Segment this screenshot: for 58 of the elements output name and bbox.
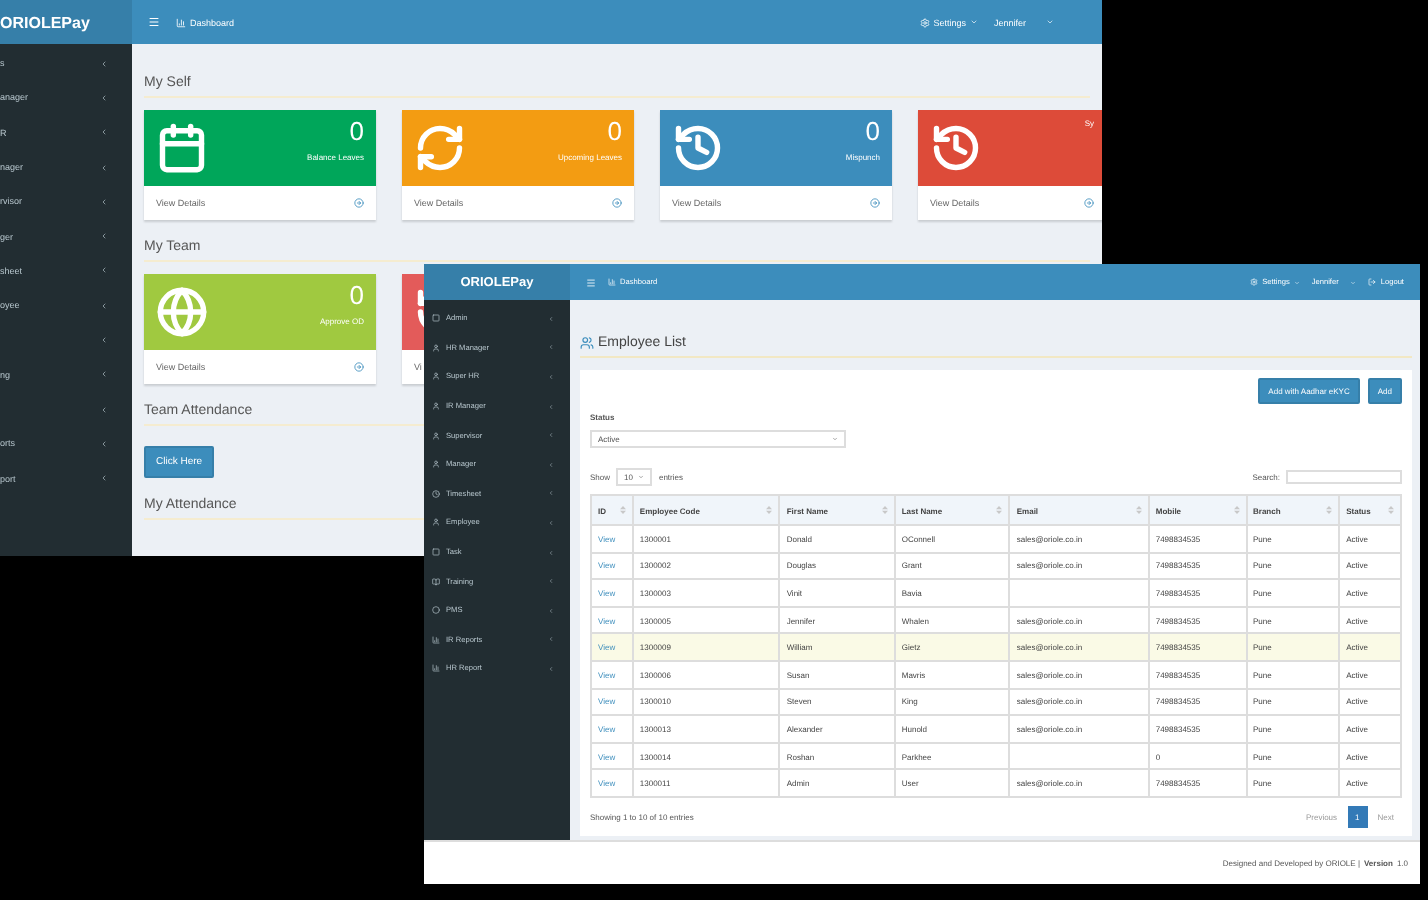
arrow-circle-icon[interactable]	[612, 198, 622, 208]
sort-icon	[1233, 506, 1240, 514]
bar-chart-icon	[432, 635, 440, 644]
menu-icon[interactable]	[586, 277, 596, 287]
chevron-icon	[548, 344, 554, 351]
square-icon	[432, 314, 440, 323]
square-icon	[432, 548, 440, 557]
users-icon	[580, 336, 594, 350]
chevron-icon	[548, 403, 554, 410]
user-icon	[432, 402, 440, 411]
arrow-circle-icon[interactable]	[1084, 198, 1094, 208]
sort-icon	[881, 506, 888, 514]
sort-icon	[766, 506, 773, 514]
card-value: 0	[865, 118, 880, 144]
sort-icon	[1135, 506, 1142, 514]
logout-icon	[1368, 278, 1377, 286]
globe-icon	[156, 286, 208, 338]
arrow-circle-icon[interactable]	[354, 362, 364, 372]
search-field[interactable]	[1286, 470, 1402, 484]
bar-chart-icon	[432, 664, 440, 673]
sort-icon	[1326, 506, 1333, 514]
chevron-icon	[548, 432, 554, 439]
history-icon	[672, 122, 724, 174]
chevron-icon	[548, 636, 554, 643]
chevron-icon	[548, 373, 554, 380]
chevron-icon	[548, 665, 554, 672]
arrow-circle-icon[interactable]	[354, 198, 364, 208]
calendar-icon	[156, 122, 208, 174]
user-icon	[432, 460, 440, 469]
chevron-icon	[548, 519, 554, 526]
book-icon	[432, 577, 440, 586]
sort-icon	[996, 506, 1003, 514]
circle-icon	[432, 606, 440, 615]
settings-icon	[919, 17, 930, 27]
settings-icon	[1250, 278, 1259, 286]
menu-icon[interactable]	[148, 16, 160, 28]
sort-icon	[1388, 506, 1394, 514]
user-icon	[432, 372, 440, 381]
bar-chart-icon	[176, 17, 186, 27]
bar-chart-icon	[608, 278, 616, 286]
logo: ORIOLEPay	[0, 0, 132, 44]
card-value: 0	[607, 118, 622, 144]
chevron-icon	[548, 315, 554, 322]
chevron-icon	[548, 461, 554, 468]
card-value: 0	[349, 282, 364, 308]
sort-icon	[619, 506, 626, 514]
card-value: 0	[349, 118, 364, 144]
user-icon	[432, 343, 440, 352]
history-icon	[930, 122, 982, 174]
user-icon	[432, 431, 440, 440]
refresh-icon	[414, 122, 466, 174]
chevron-icon	[548, 549, 554, 556]
chevron-icon	[548, 578, 554, 585]
clock-icon	[432, 489, 440, 498]
chevron-icon	[548, 607, 554, 614]
user-icon	[432, 518, 440, 527]
chevron-icon	[548, 490, 554, 497]
arrow-circle-icon[interactable]	[870, 198, 880, 208]
